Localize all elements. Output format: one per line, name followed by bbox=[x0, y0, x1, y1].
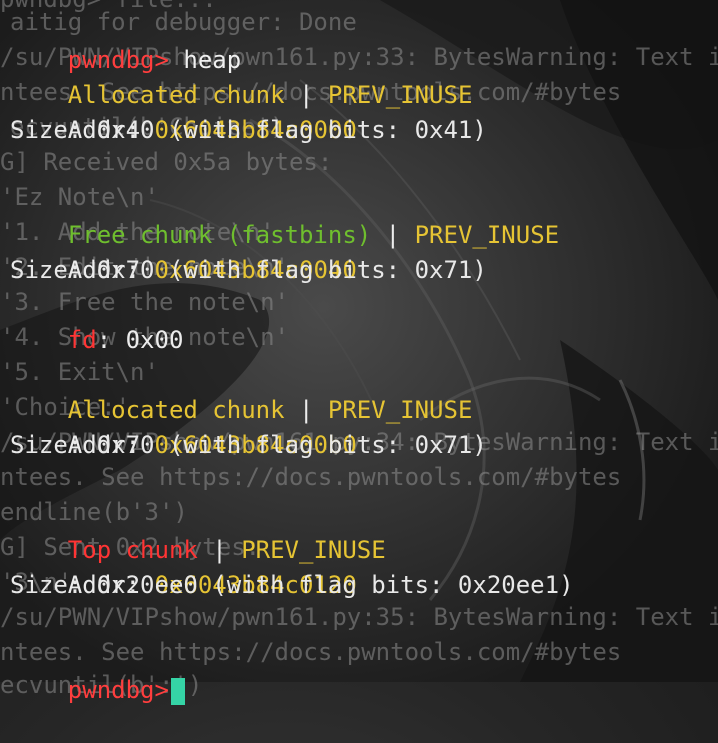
prompt: pwndbg> bbox=[67, 676, 169, 704]
chunk-fd-line: fd: 0x00 bbox=[10, 288, 184, 354]
chunk-addr-line: Addr: 0x6043b84c0120 bbox=[10, 533, 357, 599]
chunk-flag: PREV_INUSE bbox=[414, 221, 560, 249]
chunk-size-line: Size: 0x40 (with flag bits: 0x41) bbox=[10, 116, 487, 144]
chunk-size-line: Size: 0x70 (with flag bits: 0x71) bbox=[10, 256, 487, 284]
fd-label: fd bbox=[67, 326, 97, 354]
chunk-addr-line: Addr: 0x6043b84c0040 bbox=[10, 218, 357, 284]
chunk-header: Free chunk (fastbins) | PREV_INUSE bbox=[10, 183, 559, 249]
chunk-header: Top chunk | PREV_INUSE bbox=[10, 498, 386, 564]
chunk-addr-line: Addr: 0x6043b84c0000 bbox=[10, 78, 357, 144]
chunk-header: Allocated chunk | PREV_INUSE bbox=[10, 358, 473, 424]
command-line: pwndbg> heap bbox=[10, 8, 241, 74]
input-line[interactable]: pwndbg> bbox=[10, 638, 185, 705]
fd-value: : 0x00 bbox=[96, 326, 184, 354]
terminal-window[interactable]: pwndbg> heap Allocated chunk | PREV_INUS… bbox=[0, 0, 718, 705]
separator: | bbox=[371, 221, 415, 249]
chunk-size-line: Size: 0x20ee0 (with flag bits: 0x20ee1) bbox=[10, 571, 574, 599]
chunk-header: Allocated chunk | PREV_INUSE bbox=[10, 43, 473, 109]
chunk-addr-line: Addr: 0x6043b84c00b0 bbox=[10, 393, 357, 459]
chunk-size-line: Size: 0x70 (with flag bits: 0x71) bbox=[10, 431, 487, 459]
